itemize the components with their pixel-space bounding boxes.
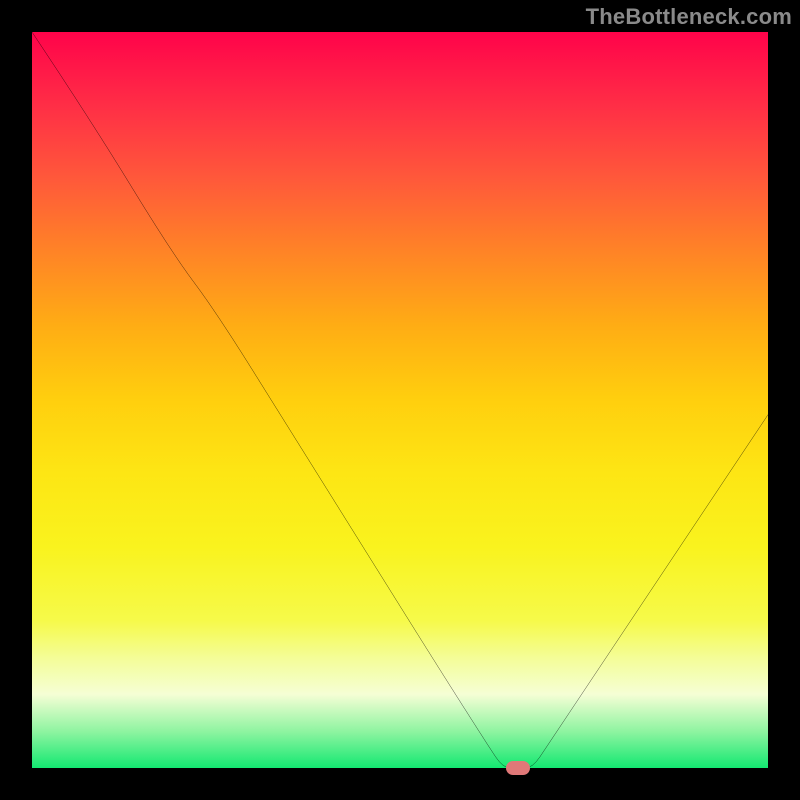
- watermark-text: TheBottleneck.com: [586, 4, 792, 30]
- bottleneck-curve: [32, 32, 768, 768]
- plot-area: [32, 32, 768, 768]
- optimal-marker: [506, 761, 530, 775]
- chart-frame: TheBottleneck.com: [0, 0, 800, 800]
